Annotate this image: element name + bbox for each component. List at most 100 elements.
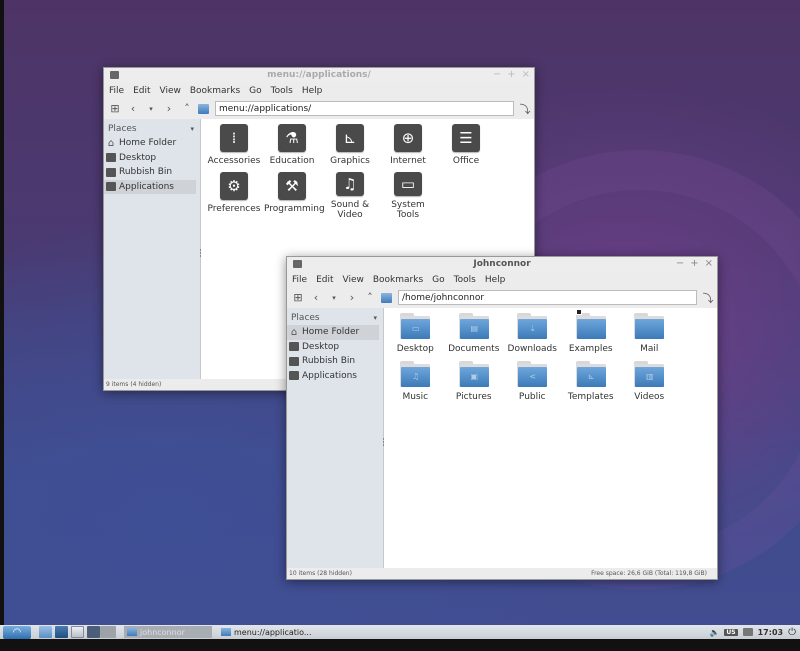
sidebar-item-rubbish-bin[interactable]: Rubbish Bin [287,354,383,369]
folder-item-downloads[interactable]: ⤓ Downloads [503,313,562,361]
home-icon[interactable] [381,292,392,303]
up-icon[interactable]: ˄ [363,291,377,305]
title-bar[interactable]: Johnconnor − + × [287,257,717,271]
desktop-launcher-icon[interactable] [71,626,84,638]
go-icon[interactable]: ⤵ [701,291,715,305]
menu-tools[interactable]: Tools [454,275,476,285]
power-icon[interactable]: ⏻ [788,627,796,638]
workspace-1-icon[interactable] [87,626,100,638]
browser-launcher-icon[interactable] [55,626,68,638]
back-icon[interactable]: ‹ [126,102,140,116]
menu-view[interactable]: View [160,86,181,96]
network-icon[interactable] [742,628,753,636]
item-label: Internet [390,156,426,166]
close-button[interactable]: × [705,258,713,269]
folder-item-videos[interactable]: ▥ Videos [620,361,679,409]
graphics-icon: ⊾ [336,124,364,152]
menu-edit[interactable]: Edit [133,86,150,96]
file-manager-launcher-icon[interactable] [39,626,52,638]
workspace-2-icon[interactable] [100,626,116,638]
home-icon[interactable] [198,103,209,114]
forward-icon[interactable]: › [345,291,359,305]
item-label: Public [518,392,546,402]
folder-item-templates[interactable]: ⊾ Templates [562,361,621,409]
folder-pictures-icon: ▣ [458,361,489,387]
menu-file[interactable]: File [292,275,307,285]
sidebar-item-home-folder[interactable]: ⌂ Home Folder [287,325,379,340]
app-category-office[interactable]: ☰ Office [437,124,495,172]
keyboard-layout-indicator[interactable]: US [724,628,738,636]
menu-tools[interactable]: Tools [271,86,293,96]
task-button-johnconnor[interactable]: johnconnor [124,626,212,638]
menu-bookmarks[interactable]: Bookmarks [373,275,423,285]
folder-item-desktop[interactable]: ▭ Desktop [386,313,445,361]
folder-item-music[interactable]: ♫ Music [386,361,445,409]
app-category-education[interactable]: ⚗ Education [263,124,321,172]
history-dropdown-icon[interactable]: ▾ [144,102,158,116]
menu-help[interactable]: Help [485,275,506,285]
sidebar-item-desktop[interactable]: Desktop [287,340,383,355]
media-icon: ♫ [336,172,364,196]
app-category-preferences[interactable]: ⚙ Preferences [205,172,263,220]
task-button-applications[interactable]: menu://applicatio... [218,626,318,638]
places-sidebar: Places ▾ ⌂ Home Folder Desktop Rubbish Bin App… [104,119,202,379]
maximize-button[interactable]: + [690,258,698,269]
gear-icon: ⚙ [220,172,248,200]
sidebar-item-home-folder[interactable]: ⌂ Home Folder [104,136,200,151]
folder-item-public[interactable]: < Public [503,361,562,409]
desktop-icon [289,342,299,352]
chevron-down-icon[interactable]: ▾ [190,125,194,133]
start-menu-button[interactable]: ◠ [3,625,31,639]
menu-file[interactable]: File [109,86,124,96]
app-category-internet[interactable]: ⊕ Internet [379,124,437,172]
clock[interactable]: 17:03 [758,628,783,637]
folder-videos-icon: ▥ [634,361,665,387]
status-bar: 10 items (28 hidden) Free space: 26,6 Gi… [287,568,717,579]
minimize-button[interactable]: − [676,258,684,269]
new-tab-icon[interactable]: ⊞ [291,291,305,305]
folder-item-documents[interactable]: ▤ Documents [445,313,504,361]
sidebar-item-applications[interactable]: Applications [287,369,383,384]
item-label: Pictures [455,392,492,402]
address-bar[interactable]: menu://applications/ [215,101,514,116]
app-category-sound-video[interactable]: ♫ Sound & Video [321,172,379,220]
title-bar[interactable]: menu://applications/ − + × [104,68,534,82]
menu-bar: File Edit View Bookmarks Go Tools Help [104,82,534,99]
menu-bookmarks[interactable]: Bookmarks [190,86,240,96]
app-category-accessories[interactable]: ⁞ Accessories [205,124,263,172]
app-category-graphics[interactable]: ⊾ Graphics [321,124,379,172]
volume-icon[interactable]: 🔈 [709,628,719,637]
up-icon[interactable]: ˄ [180,102,194,116]
chevron-down-icon[interactable]: ▾ [373,314,377,322]
sidebar-item-applications[interactable]: Applications [104,179,196,194]
menu-edit[interactable]: Edit [316,275,333,285]
sidebar-item-desktop[interactable]: Desktop [104,151,200,166]
places-header[interactable]: Places ▾ [287,311,383,325]
places-header[interactable]: Places ▾ [104,122,200,136]
minimize-button[interactable]: − [493,69,501,80]
go-icon[interactable]: ⤵ [518,102,532,116]
item-label: Graphics [330,156,370,166]
free-space-text: Free space: 26,6 GiB (Total: 119,8 GiB) [591,570,707,577]
forward-icon[interactable]: › [162,102,176,116]
menu-help[interactable]: Help [302,86,323,96]
new-tab-icon[interactable]: ⊞ [108,102,122,116]
construction-icon: ⚒ [278,172,306,200]
item-label: Downloads [507,344,557,354]
close-button[interactable]: × [522,69,530,80]
sidebar-item-rubbish-bin[interactable]: Rubbish Bin [104,165,200,180]
accessories-icon: ⁞ [220,124,248,152]
menu-go[interactable]: Go [249,86,261,96]
folder-item-pictures[interactable]: ▣ Pictures [445,361,504,409]
app-category-system-tools[interactable]: ▭ System Tools [379,172,437,220]
maximize-button[interactable]: + [507,69,515,80]
app-category-programming[interactable]: ⚒ Programming [263,172,325,220]
folder-item-mail[interactable]: Mail [620,313,679,361]
menu-go[interactable]: Go [432,275,444,285]
folder-item-examples[interactable]: Examples [562,309,621,361]
address-bar[interactable]: /home/johnconnor [398,290,697,305]
back-icon[interactable]: ‹ [309,291,323,305]
menu-view[interactable]: View [343,275,364,285]
history-dropdown-icon[interactable]: ▾ [327,291,341,305]
start-icon: ◠ [12,626,22,638]
